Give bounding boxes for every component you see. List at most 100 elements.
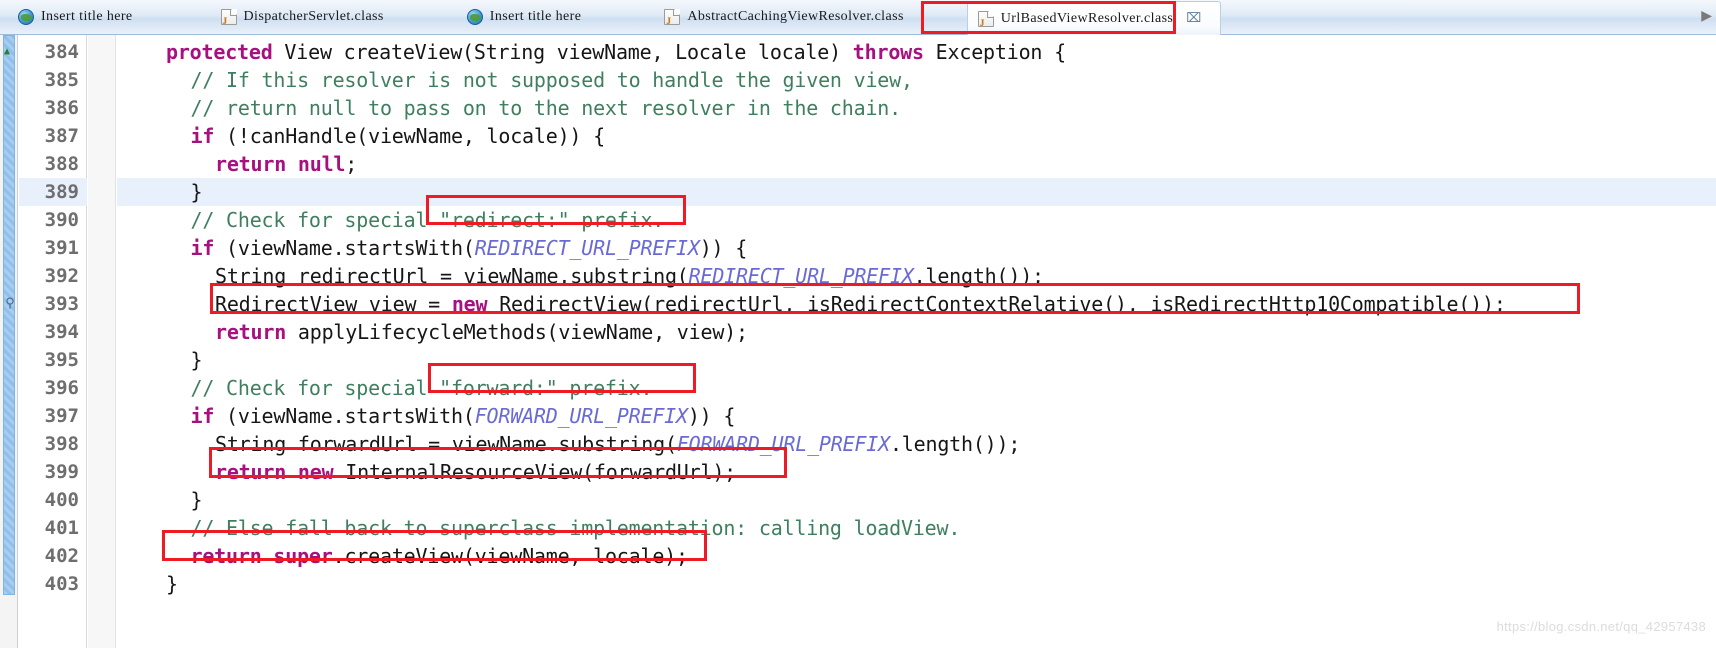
watermark-text: https://blog.csdn.net/qq_42957438 bbox=[1496, 619, 1706, 634]
code-token: // Else fall back to superclass implemen… bbox=[190, 516, 961, 540]
line-number: 384 bbox=[44, 41, 79, 63]
code-line-400[interactable]: } bbox=[191, 486, 203, 514]
code-token: Exception { bbox=[923, 40, 1066, 64]
java-class-icon bbox=[977, 10, 994, 28]
line-number-ruler: 384 ▲ 385 386 387 388 389 390 391 392 393 ⚲ 394 395 39… bbox=[4, 35, 87, 648]
code-editor[interactable]: 384 ▲ 385 386 387 388 389 390 391 392 393 ⚲ 394 395 39… bbox=[0, 35, 1716, 648]
line-number: 399 bbox=[44, 461, 79, 483]
code-token: (!canHandle(viewName, locale)) { bbox=[214, 124, 605, 148]
code-line-397[interactable]: if (viewName.startsWith(FORWARD_URL_PREF… bbox=[191, 402, 736, 430]
code-token: } bbox=[190, 488, 203, 512]
fold-collapse-icon[interactable]: ▲ bbox=[1, 38, 13, 66]
code-line-393[interactable]: RedirectView view = new RedirectView(red… bbox=[215, 290, 1506, 318]
code-line-403[interactable]: } bbox=[166, 570, 178, 598]
line-number: 385 bbox=[44, 69, 79, 91]
line-number: 392 bbox=[44, 265, 79, 287]
code-line-388[interactable]: return null; bbox=[215, 150, 357, 178]
quickfix-marker-icon[interactable]: ⚲ bbox=[3, 290, 17, 318]
code-line-391[interactable]: if (viewName.startsWith(REDIRECT_URL_PRE… bbox=[191, 234, 748, 262]
editor-tab-5[interactable]: UrlBasedViewResolver.class ⌧ bbox=[966, 1, 1221, 35]
line-number: 396 bbox=[44, 377, 79, 399]
code-token: new bbox=[297, 460, 334, 484]
code-line-399[interactable]: return new InternalResourceView(forwardU… bbox=[215, 458, 736, 486]
tab-spacer bbox=[922, 0, 967, 34]
code-line-389[interactable]: } bbox=[191, 178, 203, 206]
code-line-386[interactable]: // return null to pass on to the next re… bbox=[191, 94, 902, 122]
code-token: return bbox=[215, 320, 287, 344]
code-line-384[interactable]: protected View createView(String viewNam… bbox=[166, 38, 1066, 66]
line-number: 389 bbox=[44, 181, 79, 203]
line-number: 394 bbox=[44, 321, 79, 343]
code-token: return bbox=[190, 544, 262, 568]
code-token: (viewName.startsWith( bbox=[214, 236, 475, 260]
editor-tab-label: UrlBasedViewResolver.class bbox=[1000, 10, 1174, 26]
editor-tab-label: Insert title here bbox=[41, 9, 133, 24]
tab-spacer bbox=[599, 0, 654, 34]
code-token: // Check for special "forward:" prefix. bbox=[190, 376, 653, 400]
code-token: REDIRECT_URL_PREFIX bbox=[474, 236, 700, 260]
code-token: if bbox=[190, 236, 215, 260]
code-token: throws bbox=[852, 40, 924, 64]
code-text-area[interactable]: protected View createView(String viewNam… bbox=[117, 35, 1716, 648]
selected-line-highlight bbox=[117, 178, 1716, 206]
code-line-385[interactable]: // If this resolver is not supposed to h… bbox=[191, 66, 914, 94]
line-number: 386 bbox=[44, 97, 79, 119]
globe-icon bbox=[466, 9, 483, 25]
code-token: .createView(viewName, locale); bbox=[332, 544, 688, 568]
editor-tab-label: Insert title here bbox=[489, 9, 582, 24]
code-line-390[interactable]: // Check for special "redirect:" prefix. bbox=[191, 206, 665, 234]
code-token: super bbox=[273, 544, 333, 568]
code-token: FORWARD_URL_PREFIX bbox=[676, 432, 890, 456]
code-token: protected bbox=[166, 40, 273, 64]
scroll-right-icon[interactable]: ▶ bbox=[1701, 8, 1712, 24]
code-token: RedirectView view = bbox=[215, 292, 452, 316]
code-token: String forwardUrl = viewName.substring( bbox=[215, 432, 677, 456]
annotation-ruler[interactable] bbox=[0, 35, 18, 648]
code-line-396[interactable]: // Check for special "forward:" prefix. bbox=[191, 374, 653, 402]
code-line-398[interactable]: String forwardUrl = viewName.substring(F… bbox=[215, 430, 1020, 458]
code-token: View createView(String viewName, Locale … bbox=[272, 40, 853, 64]
tab-close-icon[interactable]: ⌧ bbox=[1186, 11, 1201, 26]
code-token: } bbox=[190, 180, 203, 204]
code-token: InternalResourceView(forwardUrl); bbox=[333, 460, 737, 484]
code-token: applyLifecycleMethods(viewName, view); bbox=[286, 320, 748, 344]
tab-spacer bbox=[0, 0, 8, 34]
code-line-387[interactable]: if (!canHandle(viewName, locale)) { bbox=[191, 122, 606, 150]
line-number: 387 bbox=[44, 125, 79, 147]
code-token: return bbox=[215, 460, 287, 484]
editor-tab-4[interactable]: AbstractCachingViewResolver.class bbox=[654, 0, 921, 34]
code-line-402[interactable]: return super.createView(viewName, locale… bbox=[190, 542, 689, 570]
editor-tab-label: DispatcherServlet.class bbox=[243, 9, 384, 24]
line-number: 388 bbox=[44, 153, 79, 175]
code-line-392[interactable]: String redirectUrl = viewName.substring(… bbox=[215, 262, 1044, 290]
code-token: )) { bbox=[699, 236, 748, 260]
line-number: 393 bbox=[44, 293, 79, 315]
editor-tab-2[interactable]: DispatcherServlet.class bbox=[211, 0, 402, 34]
code-token: String redirectUrl = viewName.substring( bbox=[215, 264, 689, 288]
code-token: return bbox=[215, 152, 287, 176]
line-number: 397 bbox=[44, 405, 79, 427]
code-token: ; bbox=[345, 152, 358, 176]
code-line-401[interactable]: // Else fall back to superclass implemen… bbox=[191, 514, 961, 542]
code-line-394[interactable]: return applyLifecycleMethods(viewName, v… bbox=[215, 318, 748, 346]
globe-icon bbox=[18, 9, 34, 25]
tab-spacer bbox=[151, 0, 211, 34]
code-token: .length()); bbox=[889, 432, 1021, 456]
line-number: 400 bbox=[44, 489, 79, 511]
editor-tab-3[interactable]: Insert title here bbox=[457, 0, 600, 34]
code-token: (viewName.startsWith( bbox=[214, 404, 475, 428]
editor-tab-1[interactable]: Insert title here bbox=[8, 0, 151, 34]
line-number: 402 bbox=[44, 545, 79, 567]
java-class-icon bbox=[664, 9, 681, 26]
code-token: .length()); bbox=[913, 264, 1044, 288]
folding-ruler[interactable] bbox=[88, 35, 116, 648]
code-token: if bbox=[190, 404, 215, 428]
line-number: 391 bbox=[44, 237, 79, 259]
editor-tab-label: AbstractCachingViewResolver.class bbox=[687, 9, 904, 24]
tab-spacer bbox=[402, 0, 457, 34]
code-token: REDIRECT_URL_PREFIX bbox=[688, 264, 914, 288]
editor-tab-bar: Insert title here DispatcherServlet.class… bbox=[0, 0, 1716, 35]
code-line-395[interactable]: } bbox=[191, 346, 203, 374]
